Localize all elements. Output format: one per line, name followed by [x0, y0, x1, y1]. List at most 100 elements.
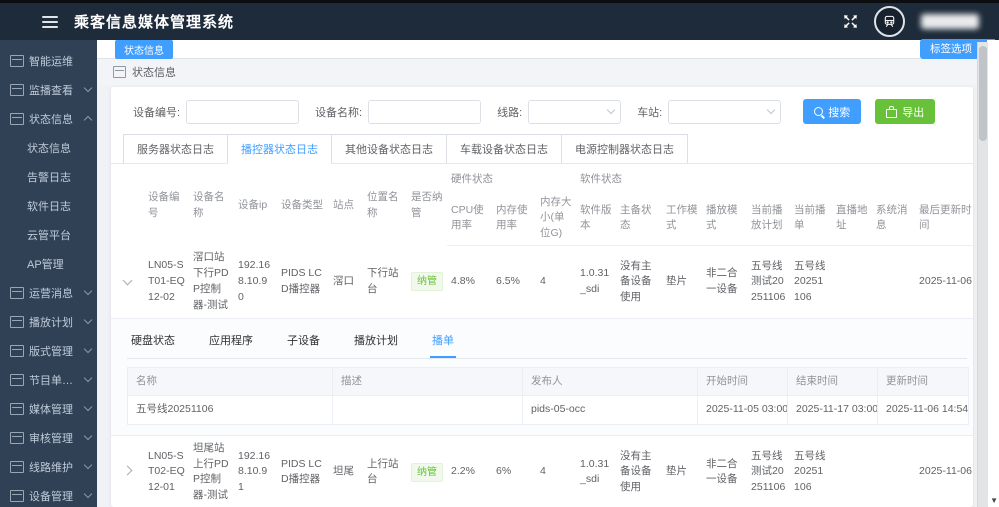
group-hardware-status: 硬件状态	[447, 166, 576, 191]
sidebar-item-monitor-view[interactable]: 监播查看	[0, 75, 97, 104]
managed-badge: 纳管	[411, 272, 443, 291]
menu-item-icon	[10, 461, 24, 473]
col-managed: 是否纳管	[407, 166, 447, 245]
sub-col-name: 名称	[128, 367, 333, 395]
sidebar-item-program-management[interactable]: 节目单管理	[0, 365, 97, 394]
chevron-down-icon	[84, 345, 92, 353]
sub-col-desc: 描述	[333, 367, 523, 395]
detail-tab-playlist[interactable]: 播单	[430, 329, 456, 358]
detail-tab-play-plan[interactable]: 播放计划	[352, 329, 400, 358]
table-row-detail: 硬盘状态 应用程序 子设备 播放计划 播单	[111, 319, 973, 435]
menu-item-icon	[10, 84, 24, 96]
status-log-tabs: 服务器状态日志 播控器状态日志 其他设备状态日志 车载设备状态日志 电源控制器状…	[111, 134, 973, 164]
col-device-name: 设备名称	[189, 166, 234, 245]
col-play-mode: 播放模式	[702, 191, 747, 245]
device-id-input[interactable]	[186, 100, 299, 124]
col-last-updated: 最后更新时间	[915, 191, 973, 245]
col-cpu-usage: CPU使用率	[447, 191, 492, 245]
col-master-status: 主备状态	[616, 191, 662, 245]
sidebar-item-smart-ops[interactable]: 智能运维	[0, 46, 97, 75]
device-id-label: 设备编号:	[133, 104, 180, 120]
chevron-down-icon	[84, 490, 92, 498]
table-row: LN05-ST01-EQ12-02 滘口站下行PDP控制器-测试 192.168…	[111, 245, 973, 319]
detail-tab-sub-devices[interactable]: 子设备	[285, 329, 322, 358]
sub-col-publisher: 发布人	[523, 367, 698, 395]
sidebar-item-line-maintenance[interactable]: 线路维护	[0, 452, 97, 481]
tab-server-status-log[interactable]: 服务器状态日志	[123, 134, 228, 163]
fullscreen-icon[interactable]	[843, 14, 858, 29]
main-content: 状态信息 标签选项 状态信息 设备编号: 设备名称: 线路: 车站: 搜索	[97, 40, 999, 507]
vertical-scrollbar[interactable]	[977, 42, 988, 507]
col-current-plan: 当前播放计划	[747, 191, 790, 245]
sidebar: 智能运维 监播查看 状态信息 状态信息 告警日志 软件日志 云管平台 AP管理 …	[0, 40, 97, 507]
tab-power-controller-status-log[interactable]: 电源控制器状态日志	[561, 134, 688, 163]
sub-col-end: 结束时间	[788, 367, 878, 395]
managed-badge: 纳管	[411, 463, 443, 482]
sidebar-item-play-plan[interactable]: 播放计划	[0, 307, 97, 336]
col-mem-size: 内存大小(单位G)	[536, 191, 576, 245]
hamburger-menu-icon[interactable]	[42, 16, 58, 28]
col-system-message: 系统消息	[872, 191, 915, 245]
sidebar-item-layout-management[interactable]: 版式管理	[0, 336, 97, 365]
sidebar-item-device-management[interactable]: 设备管理	[0, 481, 97, 507]
export-button[interactable]: 导出	[875, 99, 935, 124]
route-tab-status-info[interactable]: 状态信息	[115, 40, 173, 59]
menu-item-icon	[10, 287, 24, 299]
tab-controller-status-log[interactable]: 播控器状态日志	[227, 134, 332, 164]
chevron-down-icon	[84, 374, 92, 382]
chevron-up-icon	[84, 116, 92, 124]
tab-other-device-status-log[interactable]: 其他设备状态日志	[331, 134, 447, 163]
chevron-down-icon	[84, 461, 92, 469]
sidebar-item-cloud-platform[interactable]: 云管平台	[0, 220, 97, 249]
grid-icon	[113, 66, 126, 78]
chevron-down-icon	[607, 106, 615, 114]
scroll-down-arrow-icon[interactable]: ▼	[990, 496, 998, 505]
username-redacted[interactable]	[921, 14, 979, 29]
sidebar-item-alarm-log[interactable]: 告警日志	[0, 162, 97, 191]
expand-column-header	[111, 166, 144, 245]
sidebar-item-status-info-group[interactable]: 状态信息	[0, 104, 97, 133]
col-station: 站点	[329, 166, 363, 245]
sidebar-item-operation-message[interactable]: 运营消息	[0, 278, 97, 307]
sidebar-item-ap-management[interactable]: AP管理	[0, 249, 97, 278]
breadcrumb: 状态信息	[97, 59, 999, 85]
menu-item-icon	[10, 403, 24, 415]
detail-tab-disk-status[interactable]: 硬盘状态	[129, 329, 177, 358]
search-button[interactable]: 搜索	[803, 99, 861, 124]
user-avatar[interactable]	[874, 6, 905, 37]
col-device-ip: 设备ip	[234, 166, 277, 245]
sidebar-item-status-info[interactable]: 状态信息	[0, 133, 97, 162]
col-location: 位置名称	[363, 166, 407, 245]
menu-item-icon	[10, 316, 24, 328]
menu-item-icon	[10, 432, 24, 444]
tab-vehicle-device-status-log[interactable]: 车载设备状态日志	[446, 134, 562, 163]
col-work-mode: 工作模式	[662, 191, 702, 245]
sub-col-updated: 更新时间	[878, 367, 969, 395]
device-status-table: 设备编号 设备名称 设备ip 设备类型 站点 位置名称 是否纳管 硬件状态 软件…	[111, 166, 973, 507]
line-label: 线路:	[497, 104, 522, 120]
sidebar-item-review-management[interactable]: 审核管理	[0, 423, 97, 452]
col-software-version: 软件版本	[576, 191, 616, 245]
menu-item-icon	[10, 345, 24, 357]
detail-tab-applications[interactable]: 应用程序	[207, 329, 255, 358]
line-select[interactable]	[528, 100, 621, 124]
sidebar-item-media-management[interactable]: 媒体管理	[0, 394, 97, 423]
sub-col-start: 开始时间	[698, 367, 788, 395]
train-icon	[882, 14, 897, 29]
table-row: LN05-ST02-EQ12-01 坦尾站上行PDP控制器-测试 192.168…	[111, 435, 973, 507]
scrollbar-thumb[interactable]	[979, 46, 987, 141]
app-window: 乘客信息媒体管理系统	[0, 0, 999, 507]
playlist-sub-table: 名称 描述 发布人 开始时间 结束时间 更新时间	[127, 367, 969, 425]
expand-row-icon[interactable]	[123, 466, 133, 476]
station-select[interactable]	[668, 100, 781, 124]
sidebar-item-software-log[interactable]: 软件日志	[0, 191, 97, 220]
device-name-input[interactable]	[368, 100, 481, 124]
collapse-row-icon[interactable]	[123, 276, 133, 286]
scrollbar-gutter	[987, 40, 999, 507]
row-detail-panel: 硬盘状态 应用程序 子设备 播放计划 播单	[111, 319, 973, 434]
route-tabstrip: 状态信息 标签选项	[97, 40, 999, 59]
sub-table-header-row: 名称 描述 发布人 开始时间 结束时间 更新时间	[128, 367, 969, 395]
app-title: 乘客信息媒体管理系统	[74, 11, 234, 32]
col-live-address: 直播地址	[832, 191, 872, 245]
chevron-down-icon	[84, 403, 92, 411]
